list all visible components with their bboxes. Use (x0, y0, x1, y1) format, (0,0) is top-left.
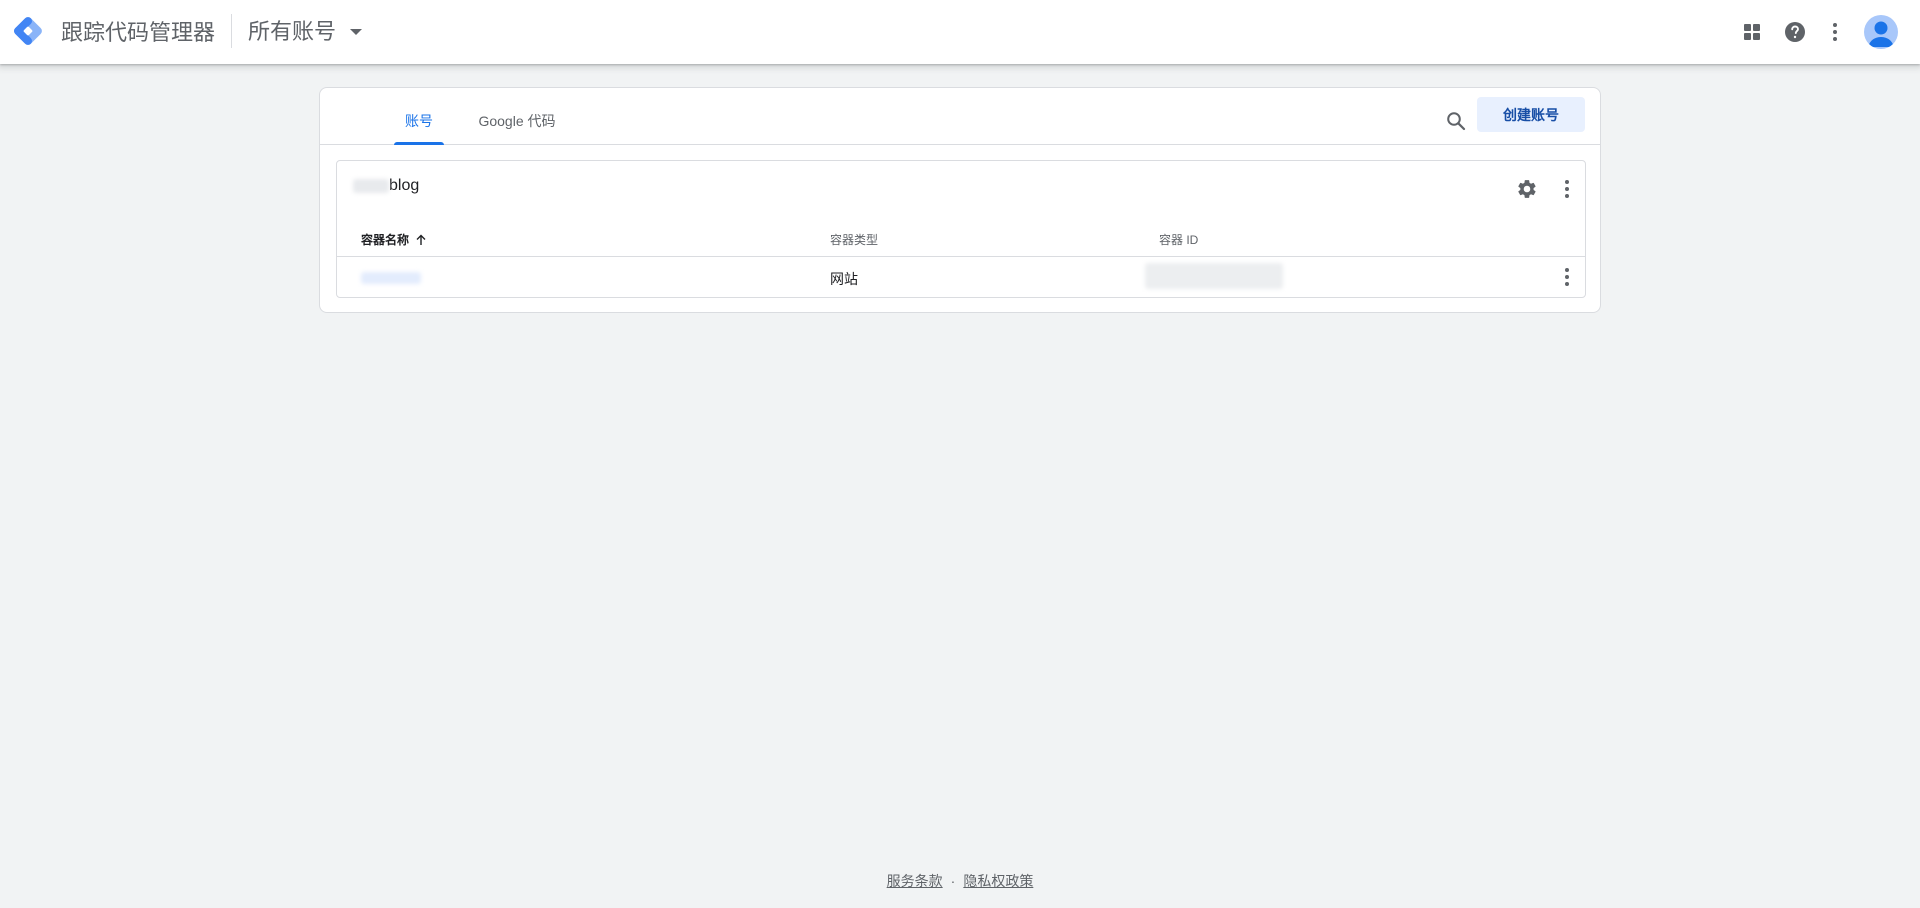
apps-grid-icon[interactable] (1736, 16, 1768, 48)
account-switcher-label: 所有账号 (248, 19, 337, 44)
account-panel: blog 容器名称 容器类型 容器 ID 网站 (336, 160, 1586, 298)
create-account-button[interactable]: 创建账号 (1477, 97, 1585, 132)
account-header: blog (337, 161, 1585, 217)
column-header-container-id[interactable]: 容器 ID (1159, 231, 1198, 248)
container-type-cell: 网站 (830, 271, 858, 287)
column-header-container-type[interactable]: 容器类型 (830, 231, 878, 248)
column-header-container-type-label: 容器类型 (830, 233, 879, 247)
help-icon[interactable] (1779, 16, 1811, 48)
redacted-account-prefix (353, 179, 389, 193)
footer-separator: · (950, 873, 956, 889)
account-switcher[interactable]: 所有账号 (248, 14, 363, 50)
row-more-vert-icon[interactable] (1551, 261, 1583, 293)
tab-accounts[interactable]: 账号 (394, 88, 444, 145)
settings-gear-icon[interactable] (1511, 173, 1543, 205)
tag-manager-logo-icon[interactable] (12, 15, 44, 47)
account-name-link[interactable]: blog (353, 177, 419, 195)
accounts-card: 账号 Google 代码 创建账号 blog 容器名称 容器类型 容器 ID 网… (319, 87, 1601, 313)
column-header-container-id-label: 容器 ID (1159, 233, 1199, 247)
table-row[interactable]: 网站 (337, 257, 1585, 298)
sort-ascending-arrow-icon (415, 234, 427, 246)
more-vert-icon[interactable] (1819, 16, 1851, 48)
column-header-container-name[interactable]: 容器名称 (361, 231, 427, 248)
table-header: 容器名称 容器类型 容器 ID (337, 217, 1585, 257)
column-header-container-name-label: 容器名称 (361, 233, 410, 247)
redacted-container-id (1145, 263, 1283, 289)
product-name: 跟踪代码管理器 (61, 20, 216, 45)
redacted-container-name (361, 272, 421, 284)
search-icon[interactable] (1436, 101, 1476, 141)
tab-bar: 账号 Google 代码 创建账号 (320, 88, 1600, 145)
footer: 服务条款 · 隐私权政策 (0, 871, 1920, 891)
appbar-divider (231, 14, 232, 48)
dropdown-arrow-icon (350, 29, 363, 35)
privacy-policy-link[interactable]: 隐私权政策 (963, 871, 1033, 891)
terms-of-service-link[interactable]: 服务条款 (887, 871, 943, 891)
account-avatar-icon[interactable] (1864, 15, 1898, 49)
container-name-cell[interactable] (361, 271, 421, 287)
container-id-cell (1145, 263, 1283, 292)
app-bar: 跟踪代码管理器 所有账号 (0, 0, 1920, 64)
tab-google-tag[interactable]: Google 代码 (444, 88, 590, 144)
account-more-vert-icon[interactable] (1551, 173, 1583, 205)
account-name-suffix: blog (389, 177, 420, 194)
